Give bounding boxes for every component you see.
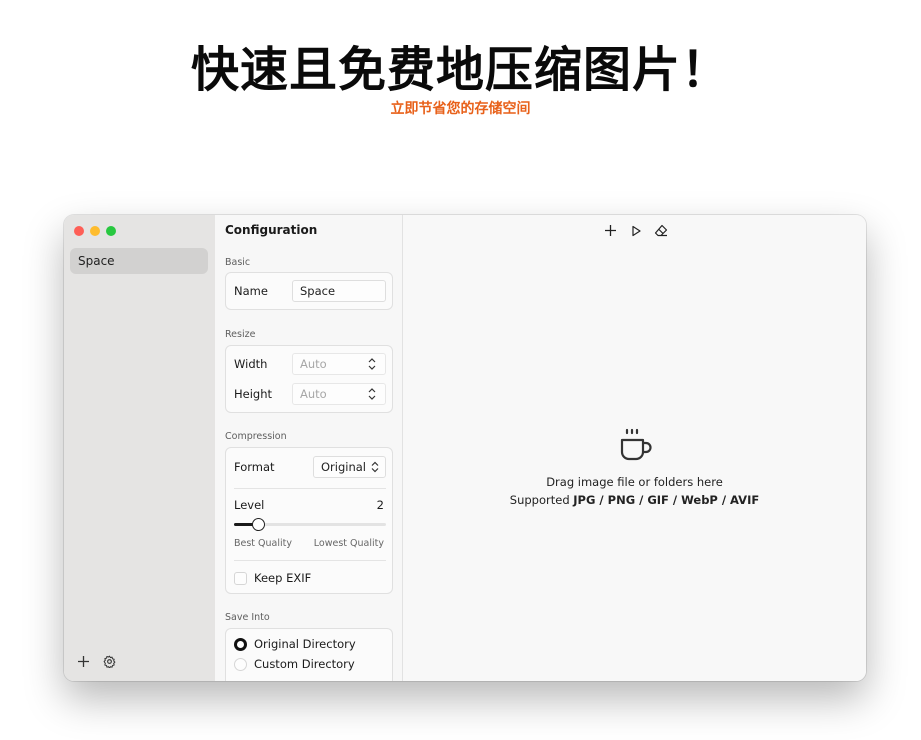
zoom-window-button[interactable] (106, 226, 116, 236)
minimize-window-button[interactable] (90, 226, 100, 236)
close-window-button[interactable] (74, 226, 84, 236)
height-placeholder: Auto (300, 387, 327, 401)
app-window: Space Configuration Basic Name Space Res… (64, 215, 866, 681)
resize-section-label: Resize (225, 329, 256, 340)
height-stepper-icon[interactable] (367, 386, 377, 402)
format-select[interactable]: Original (313, 456, 386, 478)
width-label: Width (234, 357, 268, 371)
configuration-panel: Configuration Basic Name Space Resize Wi… (215, 215, 403, 681)
best-quality-label: Best Quality (234, 538, 293, 549)
name-label: Name (234, 284, 268, 298)
height-label: Height (234, 387, 273, 401)
eraser-icon[interactable] (653, 223, 668, 238)
custom-directory-radio[interactable] (234, 658, 247, 671)
hero-subtitle: 立即节省您的存储空间 (390, 101, 531, 117)
resize-group: Width Auto Height Auto (225, 345, 393, 413)
supported-prefix: Supported (509, 493, 574, 507)
compression-group: Format Original Level 2 Best Quality Low… (225, 447, 393, 594)
window-controls (74, 226, 116, 236)
basic-section-label: Basic (225, 257, 251, 268)
sidebar-item-space[interactable]: Space (70, 248, 208, 274)
sidebar: Space (64, 215, 215, 681)
compression-section-label: Compression (225, 431, 287, 442)
original-directory-radio[interactable] (234, 638, 247, 651)
width-placeholder: Auto (300, 357, 327, 371)
supported-formats: Supported JPG / PNG / GIF / WebP / AVIF (403, 493, 866, 507)
chevron-up-down-icon (371, 461, 379, 473)
save-into-section-label: Save Into (225, 612, 270, 623)
level-slider-knob[interactable] (252, 518, 265, 531)
keep-exif-checkbox[interactable] (234, 572, 247, 585)
format-label: Format (234, 460, 275, 474)
format-select-value: Original (321, 460, 367, 474)
width-field[interactable]: Auto (292, 353, 386, 375)
supported-formats-list: JPG / PNG / GIF / WebP / AVIF (573, 493, 760, 507)
main-toolbar (603, 223, 668, 238)
keep-exif-label: Keep EXIF (254, 571, 312, 585)
drop-instructions: Drag image file or folders here (546, 475, 723, 489)
sidebar-item-label: Space (78, 254, 115, 268)
gear-icon[interactable] (101, 653, 117, 669)
drop-area[interactable]: Drag image file or folders here Supporte… (403, 215, 866, 681)
name-field-value: Space (300, 284, 336, 298)
save-into-group: Original Directory Custom Directory (225, 628, 393, 681)
level-slider[interactable] (234, 518, 386, 531)
hero-title: 快速且免费地压缩图片！ (190, 42, 730, 98)
configuration-title: Configuration (225, 223, 318, 237)
level-label: Level (234, 498, 265, 512)
drop-zone: Drag image file or folders here Supporte… (403, 427, 866, 507)
original-directory-label: Original Directory (254, 637, 356, 651)
coffee-cup-icon (620, 428, 652, 461)
custom-directory-label: Custom Directory (254, 657, 355, 671)
height-field[interactable]: Auto (292, 383, 386, 405)
play-icon[interactable] (628, 223, 643, 238)
width-stepper-icon[interactable] (367, 356, 377, 372)
basic-group: Name Space (225, 272, 393, 310)
name-field[interactable]: Space (292, 280, 386, 302)
plus-icon[interactable] (603, 223, 618, 238)
divider (234, 488, 386, 489)
sidebar-footer (75, 653, 117, 669)
level-value: 2 (376, 498, 384, 512)
divider (234, 560, 386, 561)
lowest-quality-label: Lowest Quality (313, 538, 384, 549)
plus-icon[interactable] (75, 653, 91, 669)
